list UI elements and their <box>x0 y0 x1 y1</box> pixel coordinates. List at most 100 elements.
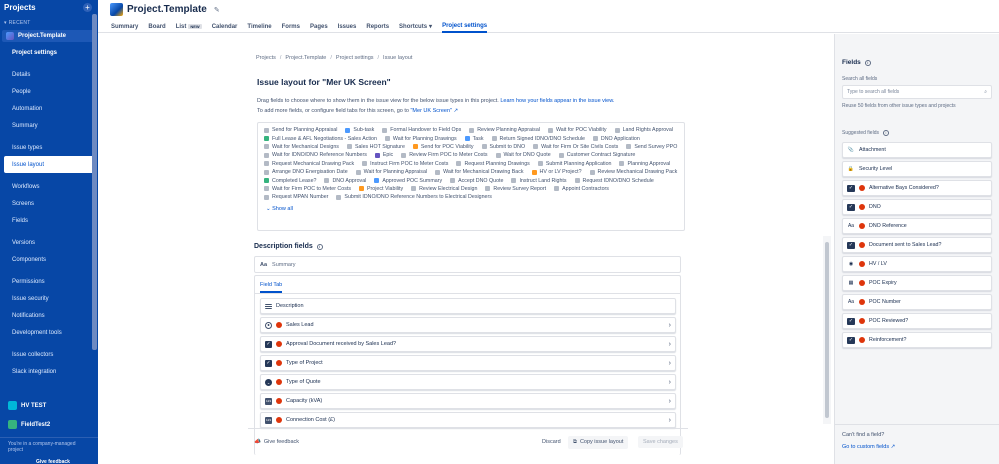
issue-type-label: Review Firm POC to Meter Costs <box>409 152 488 159</box>
sidebar-item-development-tools[interactable]: Development tools <box>0 324 98 341</box>
save-changes-button[interactable]: Save changes <box>638 436 683 448</box>
field-label: Reinforcement? <box>869 337 907 343</box>
tab-timeline[interactable]: Timeline <box>247 20 271 33</box>
sidebar-item-issue-security[interactable]: Issue security <box>0 290 98 307</box>
tab-summary[interactable]: Summary <box>111 20 138 33</box>
suggested-field[interactable]: ✓ Alternative Bays Considered? <box>842 180 992 196</box>
tab-reports[interactable]: Reports <box>366 20 389 33</box>
show-all-link[interactable]: ⌄ Show all <box>264 206 678 212</box>
main-scrollbar[interactable] <box>823 236 831 424</box>
chevron-down-icon[interactable]: ▾ <box>4 20 7 26</box>
sidebar-item-notifications[interactable]: Notifications <box>0 307 98 324</box>
suggested-field[interactable]: 🔒 Security Level <box>842 161 992 177</box>
field-row[interactable]: Description <box>260 298 676 314</box>
project-avatar <box>6 32 14 40</box>
sidebar-item-people[interactable]: People <box>0 83 98 100</box>
give-feedback-button[interactable]: 📣 Give feedback <box>254 439 299 445</box>
add-project-icon[interactable]: + <box>83 2 92 12</box>
tab-shortcuts[interactable]: Shortcuts ▾ <box>399 20 432 33</box>
issue-type-label: Wait for POC Viability <box>555 127 607 134</box>
discard-button[interactable]: Discard <box>537 436 566 448</box>
sidebar-item-workflows[interactable]: Workflows <box>0 178 98 195</box>
copy-issue-layout-button[interactable]: ⧉ Copy issue layout <box>568 435 629 449</box>
suggested-field[interactable]: Aa DNO Reference <box>842 218 992 234</box>
tab-board[interactable]: Board <box>148 20 165 33</box>
suggested-field[interactable]: ✓ Document sent to Sales Lead? <box>842 237 992 253</box>
field-row[interactable]: ✓ Type of Project › <box>260 355 676 371</box>
sidebar-item-issue-layout[interactable]: Issue layout <box>4 156 94 173</box>
breadcrumb-settings[interactable]: Project settings <box>336 55 374 61</box>
tab-calendar[interactable]: Calendar <box>212 20 238 33</box>
suggested-field[interactable]: ✓ DNO <box>842 199 992 215</box>
tab-forms[interactable]: Forms <box>282 20 300 33</box>
breadcrumb-current[interactable]: Issue layout <box>383 55 412 61</box>
chevron-right-icon[interactable]: › <box>669 398 671 405</box>
field-row[interactable]: ✓ Approval Document received by Sales Lea… <box>260 336 676 352</box>
sidebar-item-automation[interactable]: Automation <box>0 100 98 117</box>
suggested-field[interactable]: ✓ Reinforcement? <box>842 332 992 348</box>
field-row[interactable]: 123 Capacity (kVA) › <box>260 393 676 409</box>
sidebar-item-project-settings[interactable]: Project settings <box>0 44 98 61</box>
project-hv-test[interactable]: HV TEST <box>0 397 46 414</box>
suggested-field[interactable]: ✓ POC Reviewed? <box>842 313 992 329</box>
issue-type-label: Task <box>472 135 484 142</box>
issue-type-icon <box>614 127 620 133</box>
suggested-field[interactable]: ▦ POC Expiry <box>842 275 992 291</box>
custom-fields-link[interactable]: Go to custom fields ↗ <box>842 444 895 450</box>
external-link-icon[interactable]: ↗ <box>454 108 459 114</box>
field-label: POC Expiry <box>869 280 897 286</box>
issue-type-chip: Submit Planning Application <box>537 160 611 168</box>
sidebar-item-issue-types[interactable]: Issue types <box>0 139 98 156</box>
chevron-right-icon[interactable]: › <box>669 341 671 348</box>
main-content: Projects / Project.Template / Project sett… <box>98 34 833 464</box>
chevron-right-icon[interactable]: › <box>669 322 671 329</box>
sidebar-item-fields[interactable]: Fields <box>0 212 98 229</box>
chevron-right-icon[interactable]: › <box>669 360 671 367</box>
sidebar-item-details[interactable]: Details <box>0 66 98 83</box>
screen-link[interactable]: "Mer UK Screen" <box>410 108 452 114</box>
sidebar-item-slack-integration[interactable]: Slack integration <box>0 363 98 380</box>
tab-field-tab[interactable]: Field Tab <box>260 282 283 293</box>
sidebar-item-permissions[interactable]: Permissions <box>0 273 98 290</box>
tab-pages[interactable]: Pages <box>310 20 328 33</box>
chevron-right-icon[interactable]: › <box>669 379 671 386</box>
tab-label: Reports <box>366 23 390 30</box>
issue-type-label: Sub-task <box>353 127 375 134</box>
sidebar-item-summary[interactable]: Summary <box>0 117 98 134</box>
info-icon[interactable]: i <box>316 243 323 250</box>
field-row[interactable]: ⌄ Type of Quote › <box>260 374 676 390</box>
issue-type-chip: Project Viability <box>358 185 403 193</box>
info-icon[interactable]: i <box>864 59 871 66</box>
sidebar-item-issue-collectors[interactable]: Issue collectors <box>0 346 98 363</box>
summary-label: Summary <box>272 261 296 268</box>
desc-text-2: To add more fields, or configure field t… <box>257 108 409 114</box>
learn-more-link[interactable]: Learn how your fields appear in the issu… <box>500 98 614 104</box>
issue-type-label: Wait for DNO Quote <box>503 152 551 159</box>
tab-project-settings[interactable]: Project settings <box>442 20 488 33</box>
issue-type-icon <box>511 178 517 184</box>
project-fieldtest2[interactable]: FieldTest2 <box>0 416 50 433</box>
sidebar-item-screens[interactable]: Screens <box>0 195 98 212</box>
field-row[interactable]: 123 Connection Cost (£) › <box>260 412 676 428</box>
suggested-field[interactable]: 📎 Attachment <box>842 142 992 158</box>
issue-type-chip: Send for Planning Appraisal <box>264 126 337 134</box>
breadcrumb-project[interactable]: Project.Template <box>285 55 326 61</box>
tab-list[interactable]: List NEW <box>176 20 202 33</box>
sidebar-item-components[interactable]: Components <box>0 251 98 268</box>
chevron-right-icon[interactable]: › <box>669 417 671 424</box>
suggested-field[interactable]: Aa POC Number <box>842 294 992 310</box>
tab-issues[interactable]: Issues <box>338 20 357 33</box>
breadcrumb-projects[interactable]: Projects <box>256 55 276 61</box>
issue-type-icon <box>384 136 390 142</box>
field-label: POC Reviewed? <box>869 318 909 324</box>
sidebar-item-versions[interactable]: Versions <box>0 234 98 251</box>
info-icon[interactable]: i <box>882 130 889 136</box>
num-field-icon: 123 <box>265 416 272 424</box>
search-fields-input[interactable]: Type to search all fields ⌕ <box>842 85 992 99</box>
sidebar-feedback-link[interactable]: Give feedback <box>0 453 98 464</box>
suggested-field[interactable]: ◉ HV / LV <box>842 256 992 272</box>
pin-icon[interactable]: ✎ <box>214 6 220 14</box>
sidebar-scrollbar[interactable] <box>92 14 97 350</box>
current-project[interactable]: Project.Template <box>2 30 96 42</box>
field-row[interactable]: Sales Lead › <box>260 317 676 333</box>
